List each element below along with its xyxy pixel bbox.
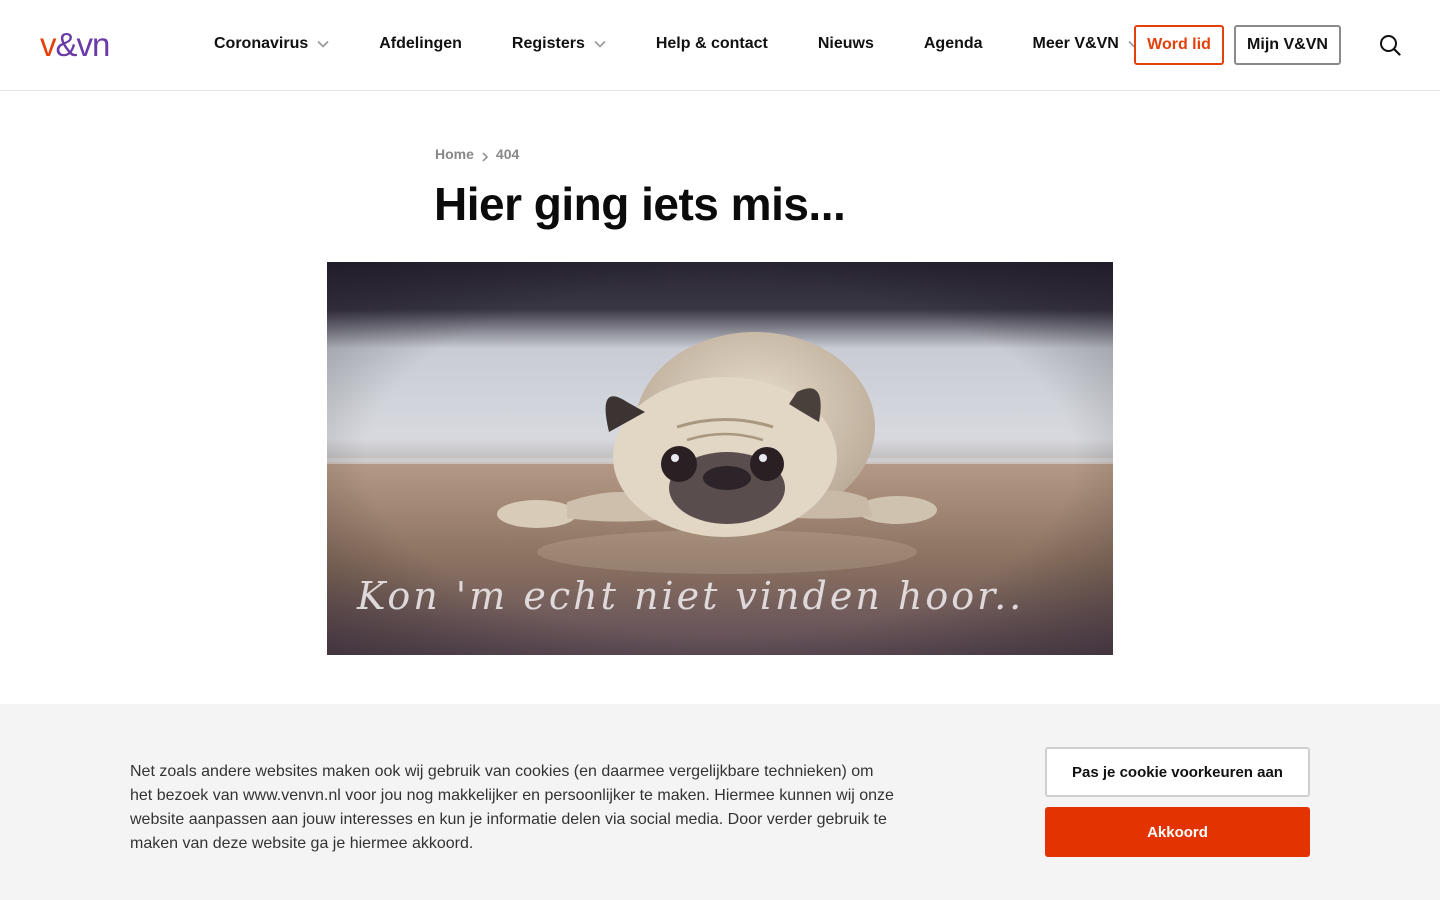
breadcrumb-home-link[interactable]: Home	[435, 146, 474, 162]
cookie-preferences-button[interactable]: Pas je cookie voorkeuren aan	[1045, 747, 1310, 797]
site-header: v & vn Coronavirus Afdelingen Registers He…	[0, 0, 1440, 91]
nav-item-label: Meer V&VN	[1032, 35, 1119, 52]
nav-item-label: Help & contact	[655, 35, 768, 52]
chevron-down-icon	[594, 40, 606, 48]
logo-part-v: v	[40, 25, 56, 63]
nav-item-meer-venvn[interactable]: Meer V&VN	[1033, 32, 1140, 56]
logo-part-vn: vn	[76, 25, 111, 63]
nav-item-registers[interactable]: Registers	[512, 32, 606, 56]
accept-cookies-button[interactable]: Akkoord	[1045, 807, 1310, 857]
hero-image-sad-pug: Kon 'm echt niet vinden hoor..	[327, 262, 1113, 655]
word-lid-button[interactable]: Word lid	[1134, 25, 1224, 65]
page-title: Hier ging iets mis...	[434, 178, 846, 230]
nav-item-label: Registers	[511, 35, 585, 52]
cookie-text: Net zoals andere websites maken ook wij …	[130, 763, 894, 852]
nav-item-nieuws[interactable]: Nieuws	[818, 32, 874, 56]
site-logo[interactable]: v & vn	[40, 26, 136, 62]
nav-item-label: Coronavirus	[214, 35, 309, 52]
nav-item-afdelingen[interactable]: Afdelingen	[379, 32, 462, 56]
nav-item-coronavirus[interactable]: Coronavirus	[214, 32, 329, 56]
search-icon[interactable]	[1378, 33, 1402, 57]
chevron-right-icon	[481, 149, 489, 162]
nav-item-label: Agenda	[923, 35, 983, 52]
nav-item-agenda[interactable]: Agenda	[924, 32, 983, 56]
breadcrumb-current: 404	[495, 146, 520, 162]
main-nav: Coronavirus Afdelingen Registers Help & …	[214, 32, 1140, 56]
nav-item-label: Nieuws	[817, 35, 874, 52]
breadcrumb: Home 404	[435, 146, 519, 162]
mijn-venvn-button[interactable]: Mijn V&VN	[1234, 25, 1341, 65]
logo-part-ampersand: &	[55, 25, 78, 63]
cookie-banner: Net zoals andere websites maken ook wij …	[0, 704, 1440, 900]
chevron-down-icon	[317, 40, 329, 48]
nav-item-label: Afdelingen	[379, 35, 462, 52]
nav-item-help-contact[interactable]: Help & contact	[656, 32, 768, 56]
hero-caption: Kon 'm echt niet vinden hoor..	[357, 574, 1025, 618]
